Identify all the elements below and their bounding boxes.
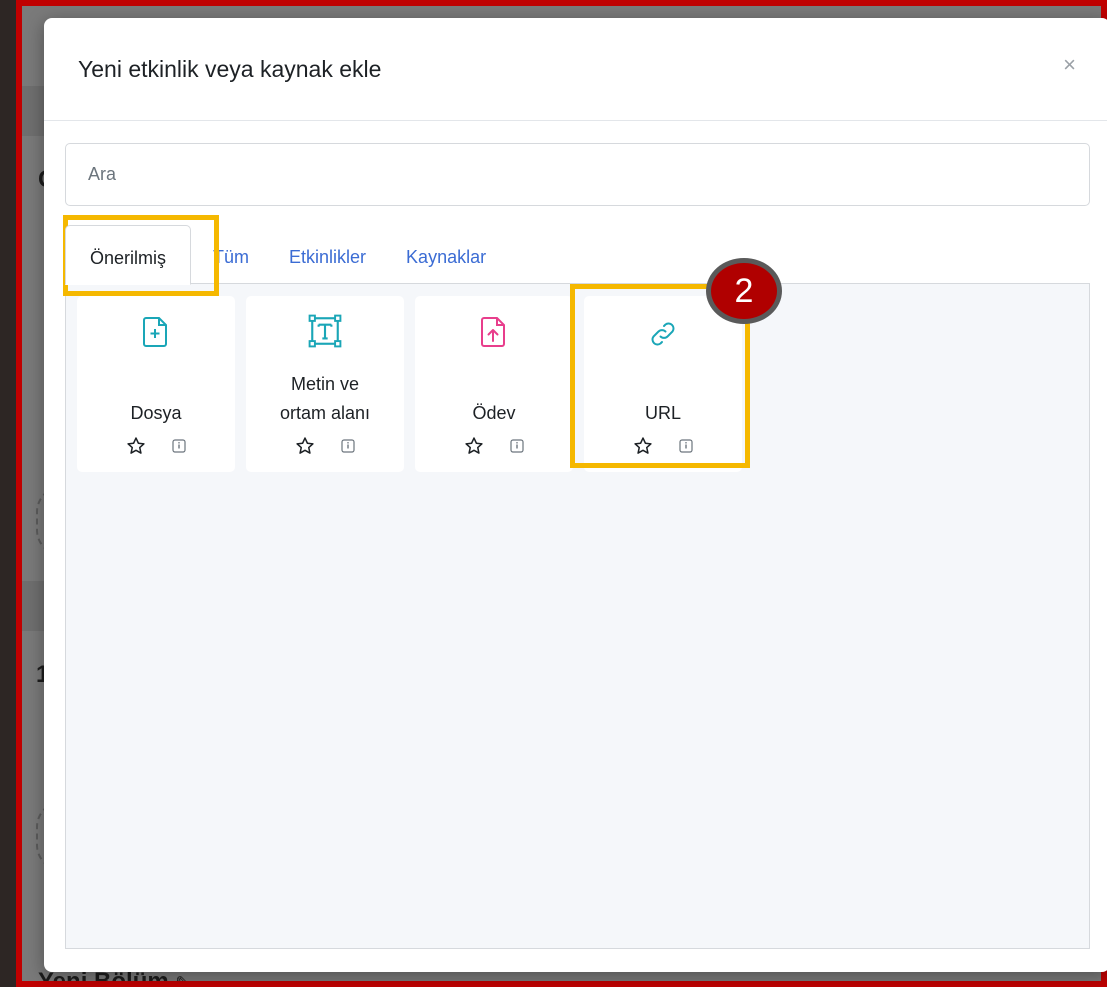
tile-name-line: ortam alanı bbox=[279, 403, 371, 423]
tile-name: URL bbox=[644, 403, 681, 423]
search-input[interactable] bbox=[65, 143, 1090, 206]
star-icon[interactable] bbox=[464, 436, 484, 456]
tile-name: Ödev bbox=[472, 403, 516, 423]
star-icon[interactable] bbox=[295, 436, 315, 456]
info-icon[interactable] bbox=[341, 439, 355, 453]
info-icon[interactable] bbox=[510, 439, 524, 453]
star-icon[interactable] bbox=[633, 436, 653, 456]
text-frame-icon bbox=[308, 314, 342, 348]
tile-name: Dosya bbox=[130, 403, 182, 423]
tab-panel: Dosya Metin ve ortam alanı Ödev URL bbox=[65, 283, 1090, 949]
tile-label: Dosya bbox=[77, 364, 235, 436]
modal-title: Yeni etkinlik veya kaynak ekle bbox=[78, 55, 382, 82]
star-icon[interactable] bbox=[126, 436, 146, 456]
step-badge: 2 bbox=[706, 258, 782, 324]
tile-actions bbox=[246, 436, 404, 456]
tile-label: Metin ve ortam alanı bbox=[246, 364, 404, 436]
tile-metin-ve-ortam-alani[interactable]: Metin ve ortam alanı bbox=[246, 296, 404, 472]
tile-actions bbox=[415, 436, 573, 456]
info-icon[interactable] bbox=[679, 439, 693, 453]
tab-bar: Önerilmiş Tüm Etkinlikler Kaynaklar bbox=[65, 225, 506, 285]
file-plus-icon bbox=[143, 317, 167, 347]
left-dark-strip bbox=[0, 0, 16, 987]
tile-name: Metin ve ortam alanı bbox=[280, 370, 370, 428]
tile-name-line: Metin ve bbox=[290, 374, 359, 394]
file-upload-icon bbox=[481, 317, 505, 347]
tile-label: URL bbox=[584, 364, 742, 436]
tab-onerilmis[interactable]: Önerilmiş bbox=[65, 225, 192, 285]
tile-dosya[interactable]: Dosya bbox=[77, 296, 235, 472]
tab-tum[interactable]: Tüm bbox=[193, 225, 269, 285]
modal-header: Yeni etkinlik veya kaynak ekle × bbox=[44, 18, 1107, 121]
info-icon[interactable] bbox=[172, 439, 186, 453]
add-activity-modal: Yeni etkinlik veya kaynak ekle × Önerilm… bbox=[44, 18, 1107, 972]
tile-actions bbox=[584, 436, 742, 456]
tile-actions bbox=[77, 436, 235, 456]
tile-odev[interactable]: Ödev bbox=[415, 296, 573, 472]
pencil-icon: ✎ bbox=[175, 973, 191, 987]
tab-kaynaklar[interactable]: Kaynaklar bbox=[386, 225, 506, 285]
tab-etkinlikler[interactable]: Etkinlikler bbox=[269, 225, 386, 285]
tile-url[interactable]: URL bbox=[584, 296, 742, 472]
link-icon bbox=[651, 322, 675, 346]
close-button[interactable]: × bbox=[1063, 54, 1076, 76]
tile-label: Ödev bbox=[415, 364, 573, 436]
